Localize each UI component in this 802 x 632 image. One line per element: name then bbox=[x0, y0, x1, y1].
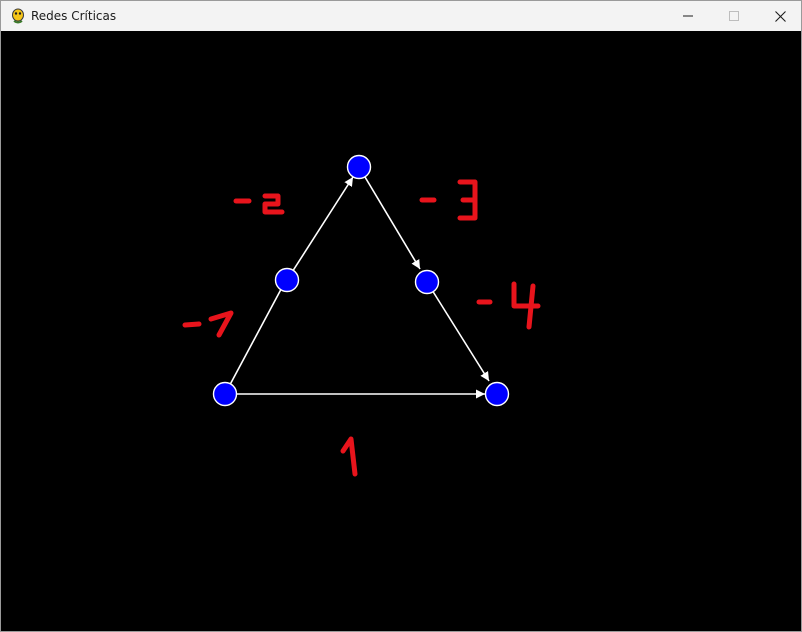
annotation-minus-4 bbox=[476, 281, 541, 330]
maximize-icon bbox=[729, 11, 739, 21]
node-bottom-right[interactable] bbox=[484, 381, 510, 407]
graph-canvas[interactable] bbox=[1, 31, 801, 631]
edge-right-middle-to-bottom-right[interactable] bbox=[426, 281, 490, 382]
window-title: Redes Críticas bbox=[31, 9, 117, 23]
annotation-minus-1 bbox=[182, 310, 234, 338]
edge-top-to-right-middle[interactable] bbox=[358, 166, 421, 270]
edge-left-middle-to-top[interactable] bbox=[286, 176, 354, 281]
node-left-middle[interactable] bbox=[274, 267, 300, 293]
annotation-minus-3 bbox=[419, 179, 478, 221]
annotation-minus-2 bbox=[233, 193, 285, 215]
graph-drawing[interactable] bbox=[1, 31, 801, 631]
node-top[interactable] bbox=[346, 154, 372, 180]
close-button[interactable] bbox=[757, 1, 802, 31]
annotations-layer bbox=[182, 179, 541, 477]
annotation-plus-1 bbox=[340, 436, 358, 477]
minimize-icon bbox=[683, 15, 693, 17]
node-right-middle[interactable] bbox=[414, 269, 440, 295]
minimize-button[interactable] bbox=[665, 1, 711, 31]
edge-bottom-left-to-left-middle[interactable] bbox=[224, 279, 287, 395]
title-bar[interactable]: Redes Críticas bbox=[1, 1, 801, 31]
app-window: Redes Críticas bbox=[0, 0, 802, 632]
edges-layer bbox=[224, 166, 490, 399]
node-bottom-left[interactable] bbox=[212, 381, 238, 407]
maximize-button[interactable] bbox=[711, 1, 757, 31]
nodes-layer bbox=[212, 154, 510, 407]
python-snake-icon bbox=[12, 8, 24, 24]
close-icon bbox=[774, 10, 786, 22]
